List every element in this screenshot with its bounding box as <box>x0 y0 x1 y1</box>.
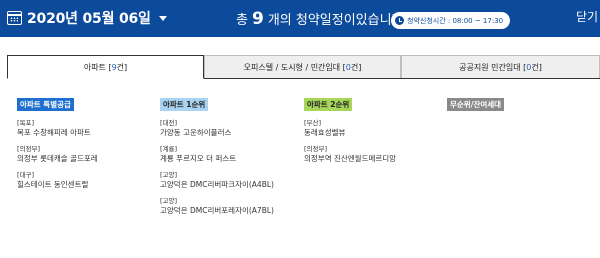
tab-officetel-label: 오피스텔 / 도시형 / 민간임대 [ <box>243 62 346 72</box>
schedule-summary: 총 9 개의 청약일정이있습니다. <box>236 9 408 29</box>
list-item[interactable]: [목포] 목포 수창해피레 아파트 <box>17 119 152 138</box>
column-unranked: 무순위/잔여세대 <box>447 92 587 119</box>
tab-officetel[interactable]: 오피스텔 / 도시형 / 민간임대 [0 건] <box>204 55 401 79</box>
close-button[interactable]: 닫기 <box>576 8 598 25</box>
list-item[interactable]: [계룡] 계룡 푸르지오 더 퍼스트 <box>160 145 300 164</box>
list-item[interactable]: [대전] 가양동 고운하이플러스 <box>160 119 300 138</box>
item-name[interactable]: 가양동 고운하이플러스 <box>160 128 300 138</box>
item-name[interactable]: 의정부역 진산엔월드메르디앙 <box>304 154 444 164</box>
calendar-icon <box>7 11 22 25</box>
tab-apartment[interactable]: 아파트 [9 건] <box>7 55 204 79</box>
category-tabs: 아파트 [9 건] 오피스텔 / 도시형 / 민간임대 [0 건] 공공지원 민간임… <box>7 55 600 79</box>
column-first-priority: 아파트 1순위 [대전] 가양동 고운하이플러스 [계룡] 계룡 푸르지오 더 … <box>160 92 300 223</box>
item-name[interactable]: 고양덕은 DMC리버파크자이(A4BL) <box>160 180 300 190</box>
tab-officetel-suffix: 건] <box>350 62 362 72</box>
item-name[interactable]: 의정부 롯데캐슬 골드포레 <box>17 154 152 164</box>
item-region: [의정부] <box>304 145 328 153</box>
summary-prefix: 총 <box>236 13 248 28</box>
item-region: [대구] <box>17 171 35 179</box>
list-item[interactable]: [의정부] 의정부역 진산엔월드메르디앙 <box>304 145 444 164</box>
item-region: [의정부] <box>17 145 41 153</box>
clock-icon <box>395 16 404 25</box>
category-unranked: 무순위/잔여세대 <box>447 98 505 111</box>
tab-apartment-label: 아파트 [ <box>83 62 112 72</box>
item-name[interactable]: 동래효성벨뷰 <box>304 128 444 138</box>
item-region: [계룡] <box>160 145 178 153</box>
item-name[interactable]: 힐스테이트 동인센트럴 <box>17 180 152 190</box>
category-second-priority: 아파트 2순위 <box>304 98 353 111</box>
date-selector[interactable]: 2020년 05월 06일 <box>7 8 167 28</box>
tab-apartment-suffix: 건] <box>116 62 128 72</box>
list-item[interactable]: [부산] 동래효성벨뷰 <box>304 119 444 138</box>
item-region: [고양] <box>160 171 178 179</box>
tab-public-rental-label: 공공지원 민간임대 [ <box>459 62 527 72</box>
item-name[interactable]: 계룡 푸르지오 더 퍼스트 <box>160 154 300 164</box>
item-name[interactable]: 목포 수창해피레 아파트 <box>17 128 152 138</box>
item-region: [부산] <box>304 119 322 127</box>
column-special-supply: 아파트 특별공급 [목포] 목포 수창해피레 아파트 [의정부] 의정부 롯데캐… <box>17 92 152 197</box>
list-item[interactable]: [고양] 고양덕은 DMC리버포레자이(A7BL) <box>160 197 300 216</box>
list-item[interactable]: [고양] 고양덕은 DMC리버파크자이(A4BL) <box>160 171 300 190</box>
category-first-priority: 아파트 1순위 <box>160 98 209 111</box>
list-item[interactable]: [의정부] 의정부 롯데캐슬 골드포레 <box>17 145 152 164</box>
column-second-priority: 아파트 2순위 [부산] 동래효성벨뷰 [의정부] 의정부역 진산엔월드메르디앙 <box>304 92 444 171</box>
summary-count: 9 <box>251 9 264 29</box>
header-bar: 2020년 05월 06일 총 9 개의 청약일정이있습니다. 청약신청시간 :… <box>0 0 600 37</box>
application-time-text: 청약신청시간 : 08:00 ~ 17:30 <box>407 16 504 25</box>
chevron-down-icon <box>158 15 167 21</box>
item-region: [대전] <box>160 119 178 127</box>
list-item[interactable]: [대구] 힐스테이트 동인센트럴 <box>17 171 152 190</box>
tab-public-rental[interactable]: 공공지원 민간임대 [0 건] <box>401 55 600 79</box>
category-special-supply: 아파트 특별공급 <box>17 98 74 111</box>
tab-public-rental-suffix: 건] <box>531 62 542 72</box>
selected-date: 2020년 05월 06일 <box>27 11 151 27</box>
application-time-badge: 청약신청시간 : 08:00 ~ 17:30 <box>391 12 511 29</box>
item-name[interactable]: 고양덕은 DMC리버포레자이(A7BL) <box>160 206 300 216</box>
item-region: [고양] <box>160 197 178 205</box>
item-region: [목포] <box>17 119 35 127</box>
summary-suffix: 개의 청약일정이있습니다. <box>267 13 408 28</box>
